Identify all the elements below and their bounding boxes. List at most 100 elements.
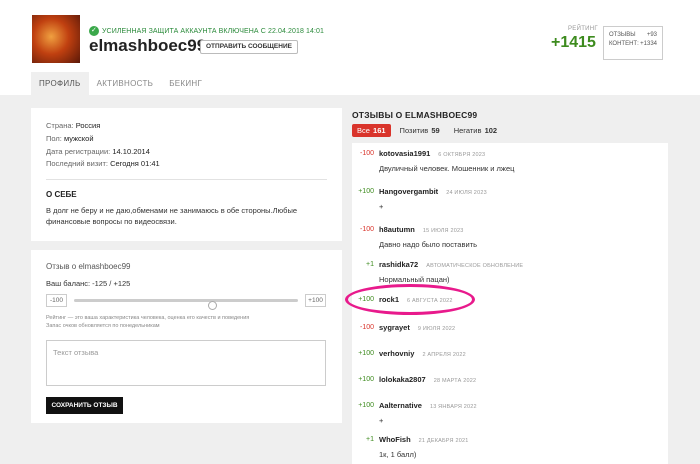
shield-check-icon: ✓ [89, 26, 99, 36]
review-form-card: Отзыв о elmashboec99 Ваш баланс: -125 / … [31, 250, 342, 423]
review-author[interactable]: verhovniy [379, 349, 414, 358]
info-last-visit-value: Сегодня 01:41 [110, 159, 160, 169]
review-score: +1 [366, 436, 374, 443]
info-country-value: Россия [75, 121, 101, 130]
info-gender: Пол: мужской [46, 133, 327, 146]
review-author[interactable]: rock1 [379, 295, 399, 304]
info-country-label: Страна: [46, 121, 74, 130]
review-text-input[interactable]: Текст отзыва [46, 340, 326, 386]
review-score: +100 [358, 350, 374, 357]
info-registration: Дата регистрации: 14.10.2014 [46, 146, 327, 159]
security-notice: ✓ УСИЛЕННАЯ ЗАЩИТА АККАУНТА ВКЛЮЧЕНА С 2… [89, 26, 324, 36]
rating-label: РЕЙТИНГ [568, 26, 598, 32]
rating-value: +1415 [551, 34, 596, 51]
review-author[interactable]: WhoFish [379, 435, 411, 444]
tab-activity[interactable]: АКТИВНОСТЬ [89, 72, 162, 95]
review-score: +100 [358, 296, 374, 303]
username: elmashboec99 [89, 36, 207, 55]
review-head: lolokaka2807 28 МАРТА 2022 [379, 375, 476, 384]
info-registration-value: 14.10.2014 [112, 146, 150, 156]
stats-reviews-value: +93 [646, 32, 657, 38]
review-form-title: Отзыв о elmashboec99 [46, 262, 131, 271]
review-score: -100 [359, 324, 374, 331]
review-date: 15 ИЮЛЯ 2023 [422, 228, 464, 234]
rating-slider: -100 +100 [46, 294, 327, 310]
review-text: Давно надо было поставить [379, 240, 477, 249]
info-country: Страна: Россия [46, 120, 327, 133]
review-head: Aalternative 13 ЯНВАРЯ 2022 [379, 401, 477, 410]
slider-min-value: -100 [46, 294, 67, 307]
stats-content: КОНТЕНТ: +1334 [609, 40, 657, 49]
review-head: h8autumn 15 ИЮЛЯ 2023 [379, 225, 464, 234]
review-date: 6 ОКТЯБРЯ 2023 [438, 152, 486, 158]
slider-max-value: +100 [305, 294, 326, 307]
review-text: + [379, 202, 384, 211]
review-author[interactable]: sygrayet [379, 323, 410, 332]
filter-negative-label: Негатив [453, 126, 482, 135]
security-notice-text: УСИЛЕННАЯ ЗАЩИТА АККАУНТА ВКЛЮЧЕНА С 22.… [102, 27, 325, 35]
reviews-title: ОТЗЫВЫ О ELMASHBOEC99 [352, 110, 478, 120]
rating-hint-line2: Запас очков обновляется по понедельникам [46, 323, 160, 329]
review-head: rashidka72 АВТОМАТИЧЕСКОЕ ОБНОВЛЕНИЕ [379, 260, 523, 269]
review-filters: Все 161 Позитив 59 Негатив 102 [352, 124, 506, 137]
review-score: +1 [366, 261, 374, 268]
review-text: + [379, 416, 384, 425]
review-date: 13 ЯНВАРЯ 2022 [429, 404, 477, 410]
filter-all-label: Все [357, 126, 370, 135]
profile-tabs: ПРОФИЛЬ АКТИВНОСТЬ БЕКИНГ [31, 72, 210, 95]
filter-all[interactable]: Все 161 [352, 124, 391, 137]
filter-negative[interactable]: Негатив 102 [449, 124, 502, 137]
filter-positive[interactable]: Позитив 59 [395, 124, 445, 137]
stats-reviews: ОТЗЫВЫ +93 [609, 31, 657, 40]
info-gender-label: Пол: [46, 133, 62, 143]
review-score: +100 [358, 402, 374, 409]
review-score: +100 [358, 188, 374, 195]
review-head: rock1 6 АВГУСТА 2022 [379, 295, 453, 304]
about-text: В долг не беру и не даю,обменами не зани… [46, 206, 298, 227]
save-review-button[interactable]: СОХРАНИТЬ ОТЗЫВ [46, 397, 123, 414]
tab-profile[interactable]: ПРОФИЛЬ [31, 72, 89, 95]
filter-all-count: 161 [373, 126, 386, 135]
review-head: WhoFish 21 ДЕКАБРЯ 2021 [379, 435, 468, 444]
rating-hint-line1: Рейтинг — это ваша характеристика челове… [46, 315, 250, 321]
review-text: Нормальный пацан) [379, 275, 450, 284]
review-score: -100 [359, 226, 374, 233]
review-date: 2 АПРЕЛЯ 2022 [422, 352, 466, 358]
tab-backing[interactable]: БЕКИНГ [161, 72, 210, 95]
review-head: verhovniy 2 АПРЕЛЯ 2022 [379, 349, 466, 358]
review-head: Hangovergambit 24 ИЮЛЯ 2023 [379, 187, 487, 196]
filter-positive-label: Позитив [399, 126, 429, 135]
filter-positive-count: 59 [431, 126, 440, 135]
filter-negative-count: 102 [484, 126, 498, 135]
stats-content-value: +1334 [640, 41, 657, 47]
review-author[interactable]: lolokaka2807 [379, 375, 426, 384]
info-registration-label: Дата регистрации: [46, 146, 111, 156]
avatar[interactable] [32, 15, 80, 63]
review-author[interactable]: rashidka72 [379, 260, 418, 269]
info-last-visit-label: Последний визит: [46, 159, 108, 169]
stats-reviews-label: ОТЗЫВЫ [609, 32, 636, 38]
review-date: АВТОМАТИЧЕСКОЕ ОБНОВЛЕНИЕ [426, 263, 524, 269]
slider-thumb[interactable] [208, 301, 217, 310]
divider [46, 179, 327, 181]
info-gender-value: мужской [63, 133, 94, 143]
review-author[interactable]: Hangovergambit [379, 187, 438, 196]
info-last-visit: Последний визит: Сегодня 01:41 [46, 158, 327, 171]
profile-info-card: Страна: Россия Пол: мужской Дата регистр… [31, 108, 342, 241]
stats-box: ОТЗЫВЫ +93 КОНТЕНТ: +1334 [603, 26, 663, 60]
review-date: 24 ИЮЛЯ 2023 [446, 190, 487, 196]
review-author[interactable]: h8autumn [379, 225, 415, 234]
stats-content-label: КОНТЕНТ: [609, 41, 639, 47]
review-date: 21 ДЕКАБРЯ 2021 [418, 438, 469, 444]
rating-hint: Рейтинг — это ваша характеристика челове… [46, 314, 327, 330]
review-score: -100 [359, 150, 374, 157]
review-author[interactable]: Aalternative [379, 401, 422, 410]
review-balance: Ваш баланс: -125 / +125 [46, 279, 131, 288]
review-text: 1к, 1 балл) [379, 450, 417, 459]
about-title: О СЕБЕ [46, 190, 77, 200]
send-message-button[interactable]: ОТПРАВИТЬ СООБЩЕНИЕ [200, 40, 298, 54]
review-author[interactable]: kotovasia1991 [379, 149, 430, 158]
slider-track[interactable] [74, 299, 298, 310]
review-text: Двуличный человек. Мошенник и лжец [379, 164, 515, 173]
review-date: 28 МАРТА 2022 [433, 378, 477, 384]
